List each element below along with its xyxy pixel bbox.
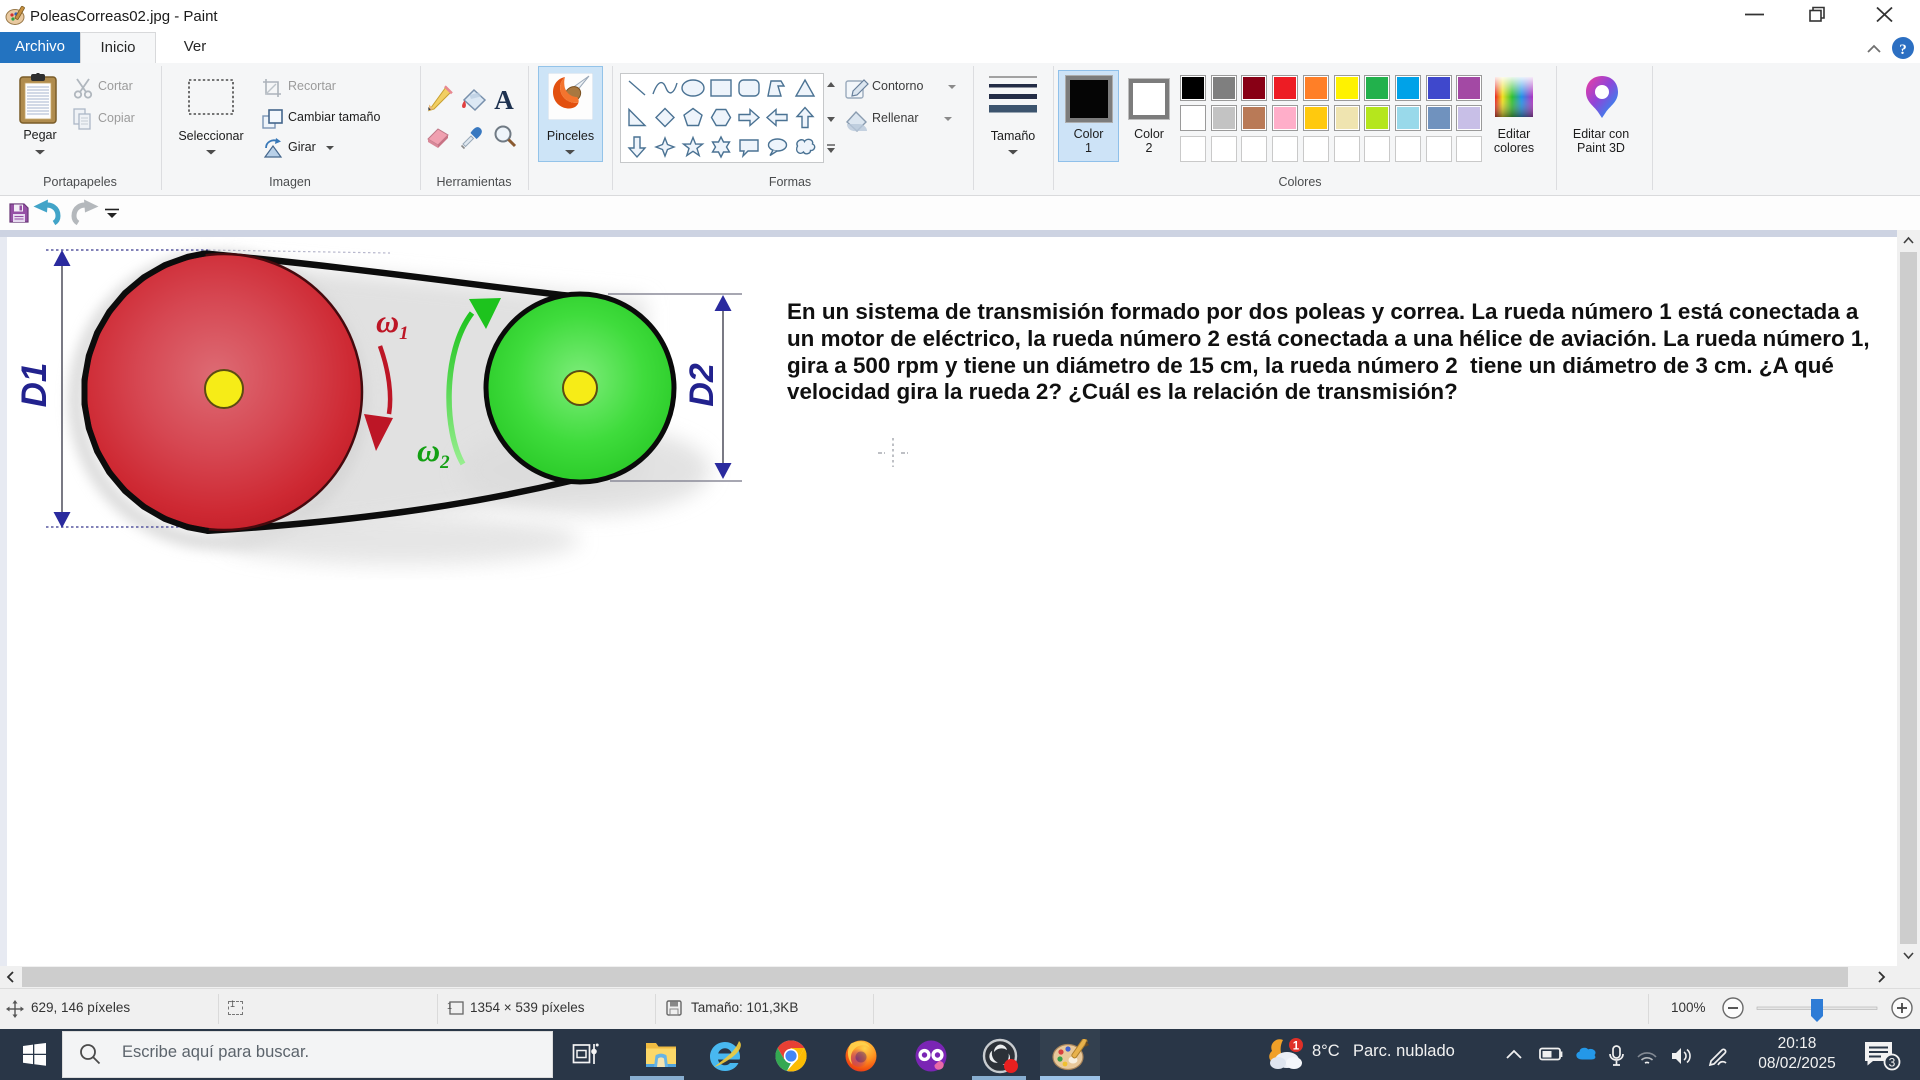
svg-text:D1: D1 xyxy=(15,363,54,408)
svg-text:3: 3 xyxy=(1889,1056,1896,1070)
svg-text:A: A xyxy=(494,85,514,115)
svg-text:1: 1 xyxy=(447,1001,452,1011)
svg-text:1: 1 xyxy=(1293,1041,1300,1053)
svg-text:D2: D2 xyxy=(683,363,721,407)
svg-text:?: ? xyxy=(1899,42,1907,58)
